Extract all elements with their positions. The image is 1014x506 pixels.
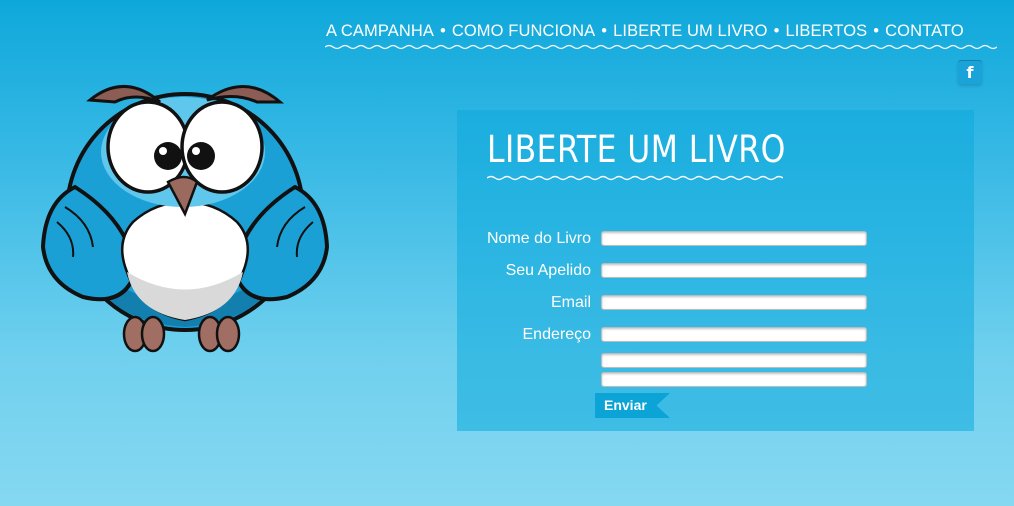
nav-separator: • <box>601 22 608 40</box>
endereco-label: Endereço <box>522 326 592 343</box>
form-title: LIBERTE UM LIVRO <box>487 128 786 171</box>
seu-apelido-label: Seu Apelido <box>505 262 591 279</box>
enviar-button[interactable]: Enviar <box>595 393 670 418</box>
nav-item-como-funciona[interactable]: COMO FUNCIONA <box>452 22 595 40</box>
liberte-form-panel: LIBERTE UM LIVRO Nome do Livro Seu Apeli… <box>457 110 974 431</box>
title-wave-divider <box>487 175 783 181</box>
field-row-nome-do-livro: Nome do Livro <box>457 229 974 249</box>
owl-mascot-icon <box>40 85 330 353</box>
nome-do-livro-input[interactable] <box>601 231 867 246</box>
nav-item-libertos[interactable]: LIBERTOS <box>785 22 867 40</box>
nav-item-liberte-um-livro[interactable]: LIBERTE UM LIVRO <box>613 22 767 40</box>
main-nav: A CAMPANHA • COMO FUNCIONA • LIBERTE UM LIVR… <box>326 22 998 41</box>
nav-separator: • <box>773 22 780 40</box>
field-row-seu-apelido: Seu Apelido <box>457 261 974 281</box>
nome-do-livro-label: Nome do Livro <box>486 230 591 247</box>
endereco-input-line-3[interactable] <box>601 372 867 387</box>
nav-separator: • <box>873 22 880 40</box>
field-row-email: Email <box>457 293 974 313</box>
email-input[interactable] <box>601 295 867 310</box>
endereco-input-line-1[interactable] <box>601 327 867 342</box>
field-row-endereco: Endereço <box>457 325 974 345</box>
nav-separator: • <box>439 22 446 40</box>
email-label: Email <box>550 294 591 311</box>
nav-item-a-campanha[interactable]: A CAMPANHA <box>326 22 434 40</box>
nav-item-contato[interactable]: CONTATO <box>885 22 964 40</box>
endereco-input-line-2[interactable] <box>601 353 867 368</box>
facebook-icon[interactable]: f <box>958 60 982 84</box>
seu-apelido-input[interactable] <box>601 263 867 278</box>
nav-wave-divider <box>325 44 997 50</box>
